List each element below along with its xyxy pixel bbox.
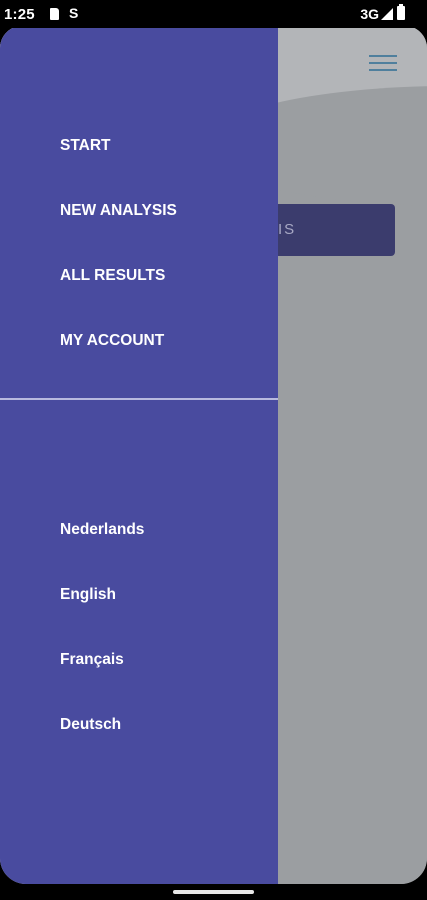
drawer-item-all-results[interactable]: ALL RESULTS — [60, 267, 165, 285]
phone-frame: 1:25 S 3G IS START NEW ANALYSIS ALL RESU… — [0, 0, 427, 900]
drawer-item-my-account[interactable]: MY ACCOUNT — [60, 332, 164, 350]
navigation-drawer: START NEW ANALYSIS ALL RESULTS MY ACCOUN… — [0, 26, 278, 884]
language-nederlands[interactable]: Nederlands — [60, 521, 144, 539]
language-english[interactable]: English — [60, 586, 116, 604]
language-deutsch[interactable]: Deutsch — [60, 716, 121, 734]
home-gesture-bar[interactable] — [173, 890, 254, 894]
drawer-item-new-analysis[interactable]: NEW ANALYSIS — [60, 202, 177, 220]
network-type: 3G — [360, 6, 379, 22]
signal-icon — [381, 8, 393, 20]
button-label-fragment: IS — [278, 221, 297, 238]
sd-card-icon — [50, 8, 59, 20]
app-screen: IS START NEW ANALYSIS ALL RESULTS MY ACC… — [0, 26, 427, 884]
status-bar: 1:25 S 3G — [0, 0, 427, 28]
status-time: 1:25 — [4, 6, 35, 23]
battery-icon — [397, 4, 405, 20]
drawer-divider — [0, 398, 278, 400]
notification-s-icon: S — [69, 5, 79, 21]
language-francais[interactable]: Français — [60, 651, 124, 669]
hamburger-menu-icon[interactable] — [369, 51, 397, 75]
drawer-item-start[interactable]: START — [60, 137, 111, 155]
